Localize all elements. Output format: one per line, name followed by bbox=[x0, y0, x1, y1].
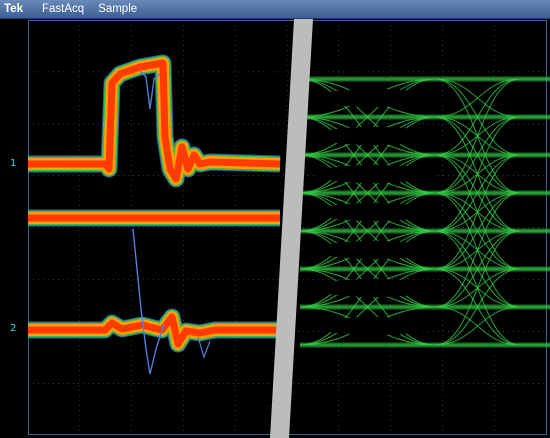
eye-opening bbox=[315, 89, 435, 107]
menu-item-sample[interactable]: Sample bbox=[91, 0, 144, 18]
eye-opening bbox=[315, 165, 435, 183]
channel-2-marker[interactable]: 2 bbox=[10, 323, 16, 334]
channel-1-marker[interactable]: 1 bbox=[10, 158, 16, 169]
menu-bar: Tek FastAcq Sample bbox=[0, 0, 550, 19]
eye-opening bbox=[315, 203, 435, 221]
menu-item-fastacq[interactable]: FastAcq bbox=[35, 0, 91, 18]
brand-logo: Tek bbox=[4, 3, 23, 15]
eye-opening bbox=[315, 279, 435, 297]
eye-opening bbox=[315, 317, 435, 335]
eye-opening bbox=[315, 127, 435, 145]
channel-2-label: 2 bbox=[10, 323, 17, 334]
eye-opening bbox=[315, 241, 435, 259]
waveform-display bbox=[0, 19, 550, 438]
channel-1-label: 1 bbox=[10, 158, 17, 169]
